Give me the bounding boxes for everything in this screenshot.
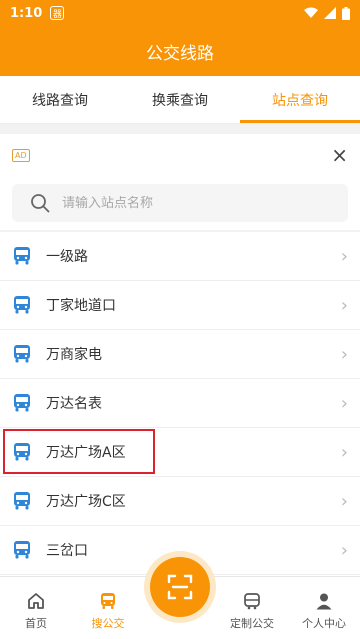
scan-button[interactable] <box>150 557 210 617</box>
close-icon[interactable]: × <box>331 143 348 167</box>
search-input[interactable] <box>62 195 302 211</box>
station-name: 三岔口 <box>46 543 88 559</box>
list-item[interactable]: 万达广场A区 › <box>0 428 360 477</box>
chevron-right-icon: › <box>340 245 348 267</box>
search-section <box>0 176 360 230</box>
chevron-right-icon: › <box>340 539 348 561</box>
bus-icon <box>101 593 115 609</box>
search-icon <box>31 194 50 213</box>
tab-bar: 线路查询 换乘查询 站点查询 <box>0 76 360 124</box>
chevron-right-icon: › <box>340 294 348 316</box>
tab-station-query[interactable]: 站点查询 <box>240 76 360 123</box>
bus-icon <box>14 443 30 461</box>
nav-custom-bus-label: 定制公交 <box>230 617 274 630</box>
signal-icon <box>324 7 336 19</box>
bus-icon <box>14 492 30 510</box>
chevron-right-icon: › <box>340 392 348 414</box>
nav-home[interactable]: 首页 <box>0 577 72 639</box>
station-name: 万达名表 <box>46 396 102 412</box>
notification-icon: 器 <box>50 6 65 20</box>
station-name: 万达广场C区 <box>46 494 126 510</box>
station-name: 丁家地道口 <box>46 298 116 314</box>
tab-route-query[interactable]: 线路查询 <box>0 76 120 123</box>
nav-profile-label: 个人中心 <box>302 617 346 630</box>
nav-home-label: 首页 <box>25 617 47 630</box>
nav-scan <box>144 557 216 639</box>
list-item[interactable]: 万商家电 › <box>0 330 360 379</box>
station-list: 一级路 › 丁家地道口 › 万商家电 › 万达名表 › 万达广场A区 › 万达广… <box>0 232 360 576</box>
status-time: 1:10 <box>10 5 43 21</box>
tab-transfer-query[interactable]: 换乘查询 <box>120 76 240 123</box>
ad-badge: AD <box>12 148 30 162</box>
ad-banner: AD × <box>0 134 360 176</box>
nav-search-bus[interactable]: 搜公交 <box>72 577 144 639</box>
app-header: 公交线路 <box>0 26 360 76</box>
nav-custom-bus[interactable]: 定制公交 <box>216 577 288 639</box>
nav-search-bus-label: 搜公交 <box>91 617 125 630</box>
status-bar: 1:10 器 <box>0 0 360 26</box>
list-item[interactable]: 万达名表 › <box>0 379 360 428</box>
wifi-icon <box>304 7 318 18</box>
chevron-right-icon: › <box>340 490 348 512</box>
bus-icon <box>14 394 30 412</box>
battery-icon <box>342 6 350 20</box>
station-name: 万达广场A区 <box>46 445 126 461</box>
person-icon <box>316 593 332 610</box>
scan-icon <box>167 574 193 600</box>
bus-icon <box>14 345 30 363</box>
station-name: 万商家电 <box>46 347 102 363</box>
bus-icon <box>14 296 30 314</box>
station-name: 一级路 <box>46 249 88 265</box>
bottom-nav: 首页 搜公交 定制公交 个人中心 <box>0 557 360 639</box>
chevron-right-icon: › <box>340 441 348 463</box>
list-item[interactable]: 丁家地道口 › <box>0 281 360 330</box>
chevron-right-icon: › <box>340 343 348 365</box>
page-title: 公交线路 <box>146 43 214 64</box>
custom-bus-icon <box>244 593 260 610</box>
list-item[interactable]: 万达广场C区 › <box>0 477 360 526</box>
list-item[interactable]: 一级路 › <box>0 232 360 281</box>
bus-icon <box>14 541 30 559</box>
bus-icon <box>14 247 30 265</box>
search-box[interactable] <box>12 184 348 222</box>
home-icon <box>28 593 44 609</box>
nav-profile[interactable]: 个人中心 <box>288 577 360 639</box>
